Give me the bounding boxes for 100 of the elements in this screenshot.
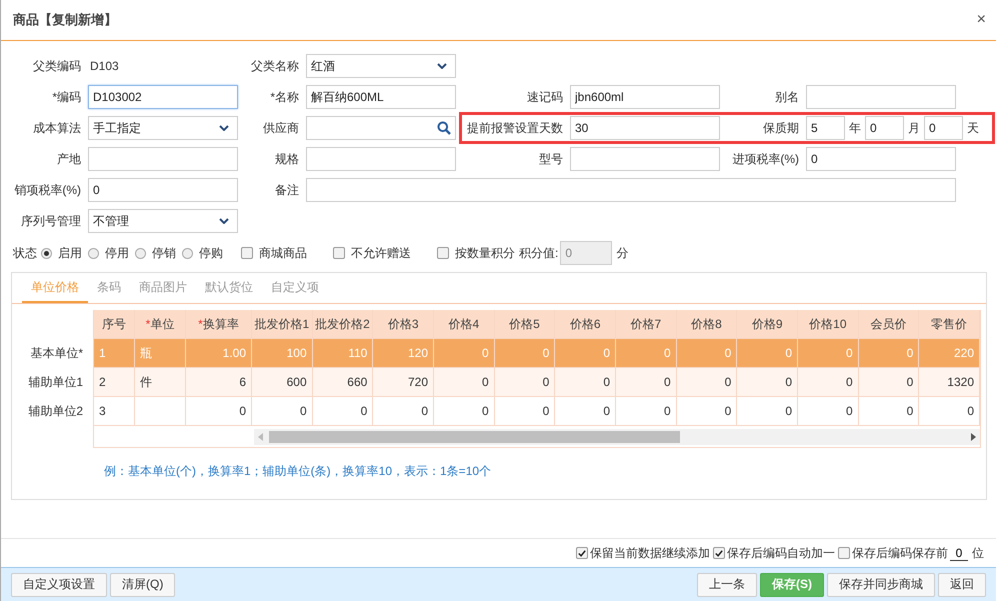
checkbox-label: 按数量积分 bbox=[455, 244, 515, 262]
row-label: 辅助单位1 bbox=[27, 374, 84, 391]
field-label: 规格 bbox=[275, 150, 300, 168]
dropdown[interactable]: 手工指定 bbox=[88, 116, 238, 140]
field-label: *编码 bbox=[52, 88, 82, 106]
input-field[interactable]: 0 bbox=[88, 178, 238, 202]
caret-icon bbox=[219, 218, 229, 224]
checkbox[interactable] bbox=[576, 547, 588, 559]
close-button[interactable]: × bbox=[972, 11, 990, 29]
field-value: D103 bbox=[89, 59, 120, 73]
table-cell: 0 bbox=[252, 397, 313, 426]
checkbox[interactable] bbox=[241, 247, 253, 259]
table-cell: 0 bbox=[919, 397, 980, 426]
field-label: 进项税率(%) bbox=[732, 150, 800, 168]
input-field[interactable]: 解百纳600ML bbox=[306, 85, 456, 109]
right-arrow-icon[interactable] bbox=[971, 433, 976, 441]
table-cell: 1320 bbox=[919, 368, 980, 397]
input-field[interactable] bbox=[306, 147, 456, 171]
table-cell: 0 bbox=[312, 397, 374, 426]
field-label: 备注 bbox=[275, 182, 300, 198]
status-label: 状态 bbox=[13, 244, 37, 262]
search-field[interactable] bbox=[306, 116, 456, 140]
field-label: 别名 bbox=[775, 88, 800, 106]
field-label: 销项税率(%) bbox=[14, 182, 82, 198]
unit-label: 天 bbox=[966, 120, 980, 136]
button[interactable]: 自定义项设置 bbox=[11, 572, 107, 596]
input-field[interactable]: 30 bbox=[570, 116, 720, 140]
row-label: 基本单位* bbox=[29, 345, 84, 362]
field-label: 保质期 bbox=[763, 120, 800, 136]
table-cell: 0 bbox=[434, 397, 495, 426]
checkbox-label: 商城商品 bbox=[259, 244, 307, 262]
table-cell: 0 bbox=[616, 397, 677, 426]
table-cell: 3 bbox=[94, 397, 135, 426]
button[interactable]: 返回 bbox=[938, 572, 986, 596]
table-cell: 600 bbox=[252, 368, 313, 397]
checkbox-label: 保存后编码自动加一 bbox=[727, 544, 835, 562]
checkbox-label: 保存后编码保存前 bbox=[852, 544, 948, 562]
dropdown[interactable]: 不管理 bbox=[88, 209, 238, 233]
checkbox-label: 保留当前数据继续添加 bbox=[590, 544, 710, 562]
table-cell: 0 bbox=[555, 397, 616, 426]
input-field[interactable]: 0 bbox=[950, 546, 968, 560]
checkbox-label: 不允许赠送 bbox=[351, 244, 411, 262]
checkbox[interactable] bbox=[838, 547, 850, 559]
horizontal-scrollbar[interactable] bbox=[254, 429, 980, 445]
button[interactable]: 上一条 bbox=[697, 572, 757, 596]
points-field: 0 bbox=[560, 241, 612, 265]
table-cell: 0 bbox=[858, 368, 920, 397]
table-cell bbox=[135, 397, 186, 426]
unit-label: 月 bbox=[907, 120, 921, 136]
table-cell: 0 bbox=[494, 397, 556, 426]
option-label: 启用 bbox=[58, 244, 82, 262]
unit-label: 位 bbox=[971, 544, 985, 562]
checkbox[interactable] bbox=[437, 247, 449, 259]
field-label: 父类名称 bbox=[251, 58, 300, 74]
table-cell: 0 bbox=[798, 397, 859, 426]
input-field[interactable]: D103002 bbox=[88, 85, 238, 109]
input-field[interactable] bbox=[88, 147, 238, 171]
table-cell: 0 bbox=[858, 397, 920, 426]
unit-label: 年 bbox=[848, 120, 862, 136]
input-field[interactable]: 5 bbox=[806, 116, 845, 140]
input-field[interactable] bbox=[806, 85, 956, 109]
dropdown[interactable]: 红酒 bbox=[306, 54, 456, 78]
table-row[interactable]: 3 0 0 0 0 0 0 0 0 0 0 0 0 0 bbox=[94, 397, 980, 426]
field-label: 型号 bbox=[539, 150, 564, 168]
table-cell: 660 bbox=[312, 368, 374, 397]
scrollbar-thumb[interactable] bbox=[269, 431, 680, 443]
radio-button[interactable] bbox=[88, 248, 99, 258]
input-field[interactable]: 0 bbox=[865, 116, 904, 140]
caret-icon bbox=[437, 63, 447, 69]
table-cell: 0 bbox=[186, 397, 252, 426]
table-cell: 0 bbox=[373, 397, 434, 426]
table-row[interactable]: 2 件 6 600 660 720 0 0 0 0 0 0 0 0 1320 bbox=[94, 368, 980, 397]
radio-button[interactable] bbox=[182, 248, 193, 258]
checkbox[interactable] bbox=[713, 547, 725, 559]
checkbox[interactable] bbox=[333, 247, 345, 259]
radio-button[interactable] bbox=[135, 248, 146, 258]
table-cell: 0 bbox=[676, 397, 738, 426]
table-cell: 2 bbox=[94, 368, 135, 397]
points-label: 积分值: bbox=[519, 244, 558, 262]
table-cell: 0 bbox=[737, 397, 798, 426]
hint-text: 例：基本单位(个)，换算率1；辅助单位(条)，换算率10，表示：1条=10个 bbox=[103, 463, 492, 480]
input-field[interactable] bbox=[570, 147, 720, 171]
input-field[interactable]: 0 bbox=[806, 147, 956, 171]
table-cell: 720 bbox=[373, 368, 434, 397]
button[interactable]: 清屏(Q) bbox=[110, 572, 176, 596]
row-label: 辅助单位2 bbox=[27, 403, 84, 420]
option-label: 停用 bbox=[105, 244, 129, 262]
field-label: 供应商 bbox=[263, 120, 300, 136]
search-icon[interactable] bbox=[437, 121, 451, 135]
table-cell: 0 bbox=[798, 368, 859, 397]
table-cell: 0 bbox=[494, 368, 556, 397]
field-label: 速记码 bbox=[527, 88, 564, 106]
input-field[interactable]: jbn600ml bbox=[570, 85, 720, 109]
window-title: 商品【复制新增】 bbox=[13, 11, 117, 29]
left-arrow-icon[interactable] bbox=[258, 433, 263, 441]
input-field[interactable]: 0 bbox=[924, 116, 963, 140]
input-field[interactable] bbox=[306, 178, 956, 202]
radio-button[interactable] bbox=[41, 248, 52, 258]
button[interactable]: 保存并同步商城 bbox=[827, 572, 935, 596]
field-label: 产地 bbox=[57, 150, 82, 168]
